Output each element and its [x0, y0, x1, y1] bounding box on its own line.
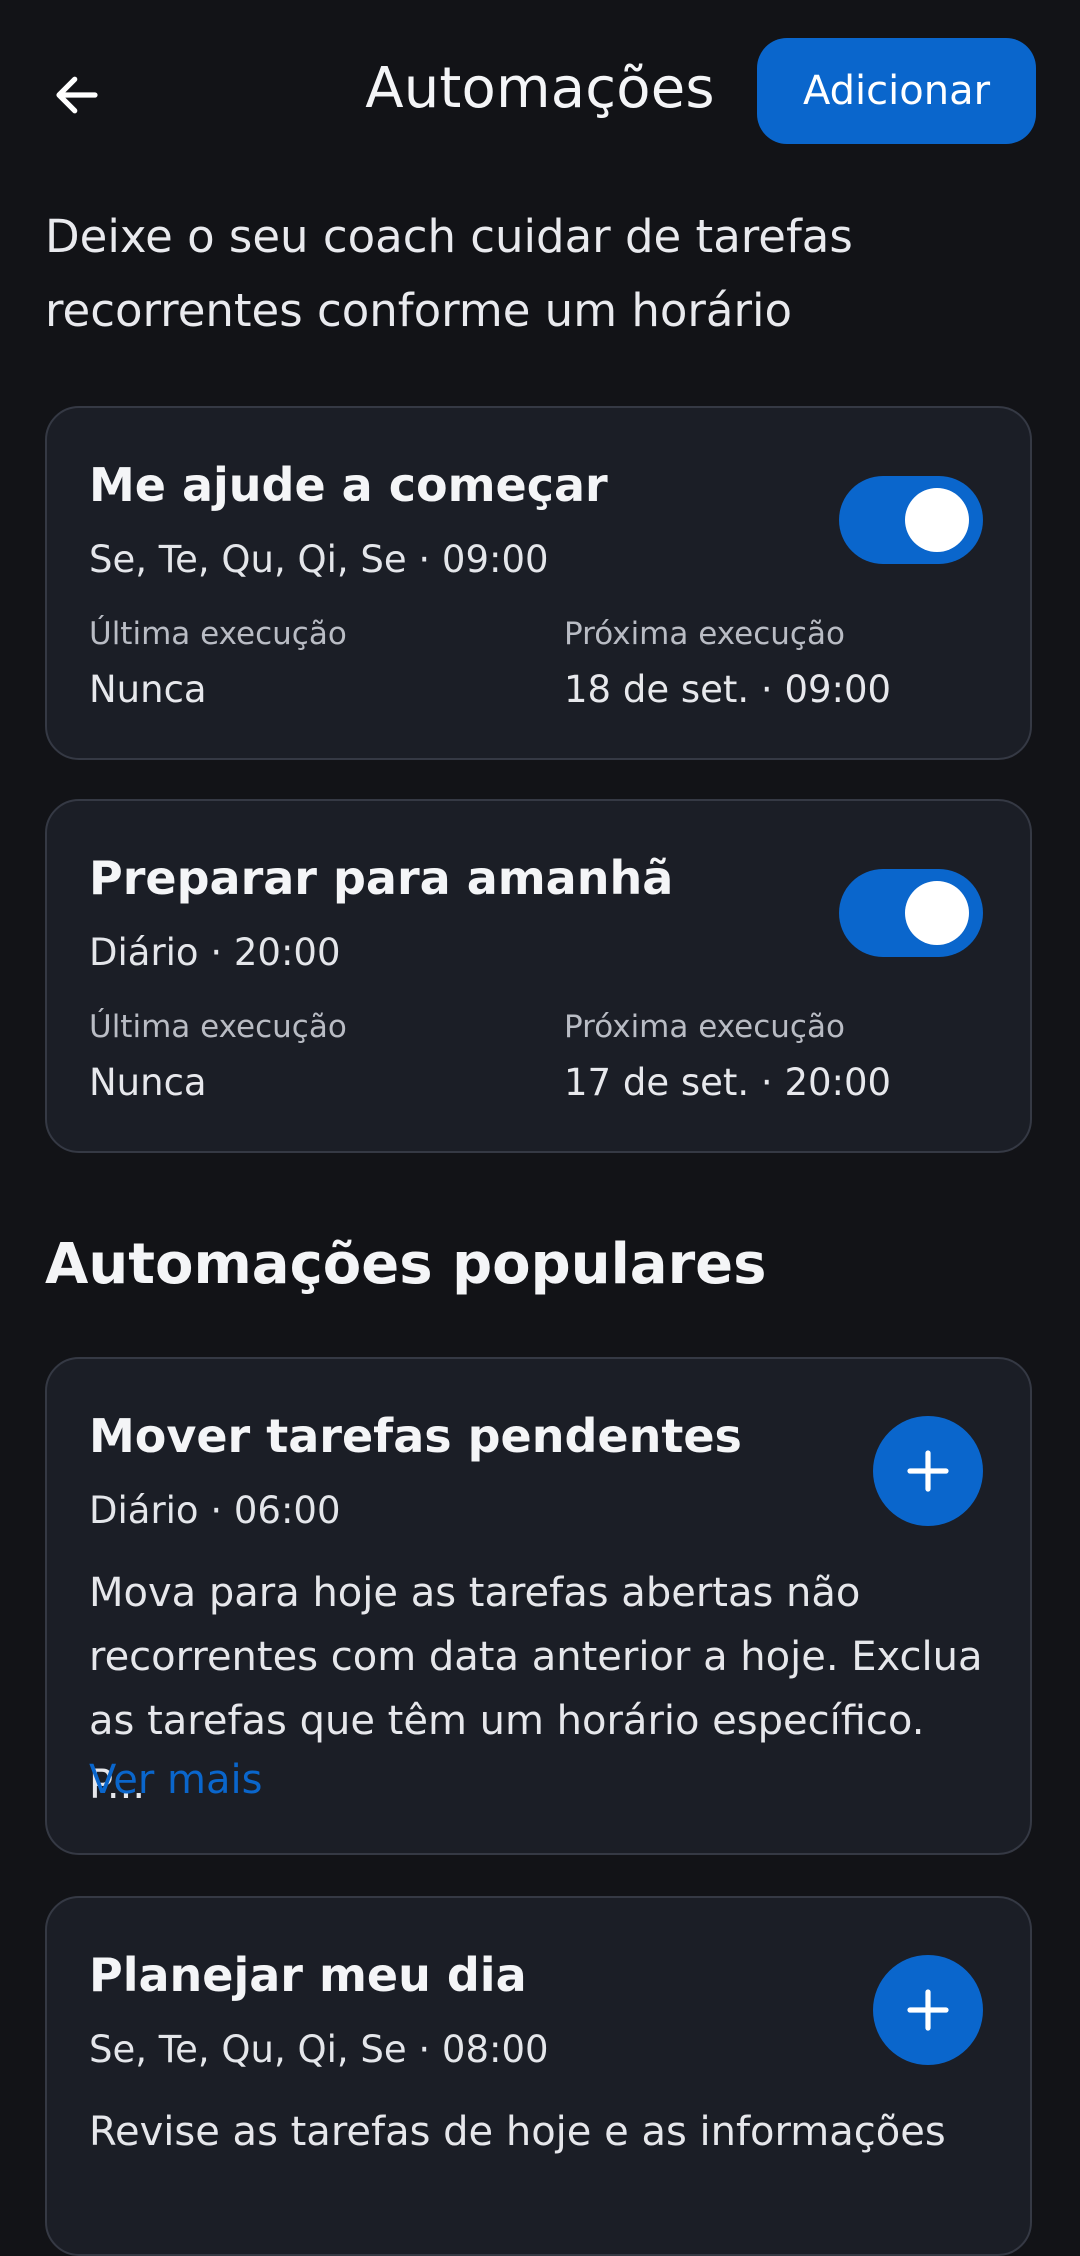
last-run-value: Nunca — [89, 668, 207, 711]
popular-automation-schedule: Se, Te, Qu, Qi, Se · 08:00 — [89, 2028, 549, 2071]
plus-icon — [907, 1989, 949, 2031]
top-app-bar: Automações Adicionar — [0, 0, 1080, 184]
add-popular-automation-button[interactable] — [873, 1955, 983, 2065]
last-run-label: Última execução — [89, 616, 347, 652]
last-run-label: Última execução — [89, 1009, 347, 1045]
next-run-label: Próxima execução — [564, 1009, 845, 1045]
popular-automation-title: Mover tarefas pendentes — [89, 1409, 742, 1463]
popular-automation-schedule: Diário · 06:00 — [89, 1489, 341, 1532]
last-run-value: Nunca — [89, 1061, 207, 1104]
automation-schedule: Diário · 20:00 — [89, 931, 341, 974]
automation-card[interactable]: Preparar para amanhã Diário · 20:00 Últi… — [45, 799, 1032, 1153]
popular-automation-card[interactable]: Mover tarefas pendentes Diário · 06:00 M… — [45, 1357, 1032, 1855]
automation-title: Me ajude a começar — [89, 458, 608, 512]
automation-toggle[interactable] — [839, 476, 983, 564]
toggle-knob — [905, 881, 969, 945]
page-description: Deixe o seu coach cuidar de tarefas reco… — [45, 210, 853, 337]
popular-automation-card[interactable]: Planejar meu dia Se, Te, Qu, Qi, Se · 08… — [45, 1896, 1032, 2256]
see-more-link[interactable]: Ver mais — [89, 1757, 262, 1803]
plus-icon — [907, 1450, 949, 1492]
add-popular-automation-button[interactable] — [873, 1416, 983, 1526]
add-automation-button[interactable]: Adicionar — [757, 38, 1036, 144]
next-run-value: 17 de set. · 20:00 — [564, 1061, 892, 1104]
toggle-knob — [905, 488, 969, 552]
automation-card[interactable]: Me ajude a começar Se, Te, Qu, Qi, Se · … — [45, 406, 1032, 760]
automation-title: Preparar para amanhã — [89, 851, 674, 905]
section-title-popular: Automações populares — [45, 1232, 767, 1297]
popular-automation-description: Revise as tarefas de hoje e as informaçõ… — [89, 2109, 946, 2155]
next-run-label: Próxima execução — [564, 616, 845, 652]
next-run-value: 18 de set. · 09:00 — [564, 668, 892, 711]
automation-toggle[interactable] — [839, 869, 983, 957]
automation-schedule: Se, Te, Qu, Qi, Se · 09:00 — [89, 538, 549, 581]
popular-automation-title: Planejar meu dia — [89, 1948, 527, 2002]
